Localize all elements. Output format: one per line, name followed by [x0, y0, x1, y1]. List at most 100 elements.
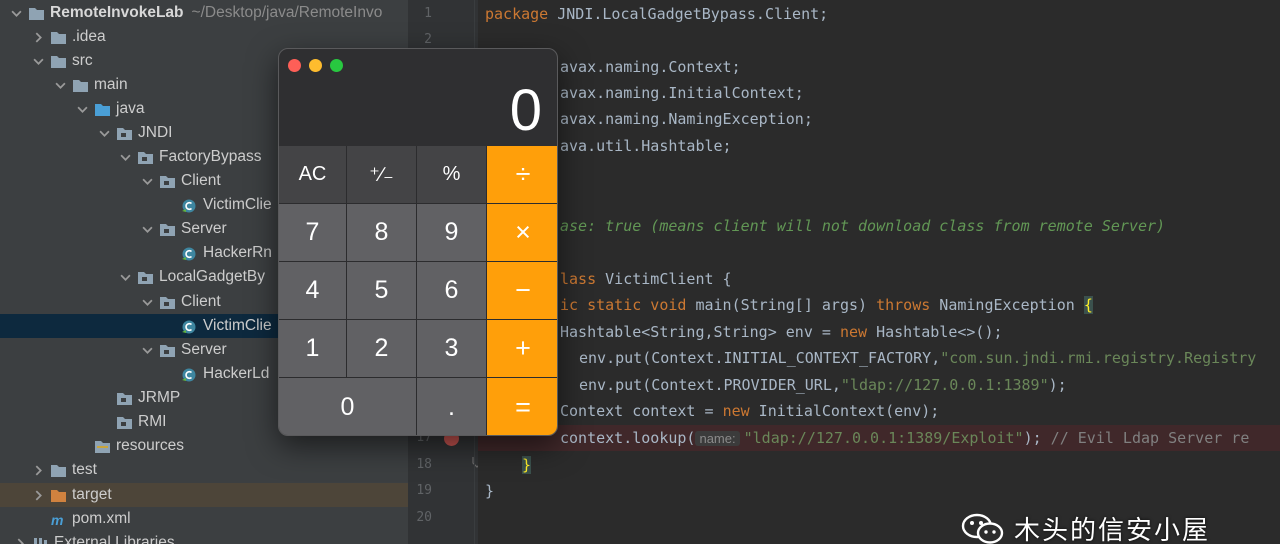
tree-item-label: HackerLd — [203, 365, 270, 382]
tree-item-project-root[interactable]: RemoteInvokeLab ~/Desktop/java/RemoteInv… — [0, 1, 408, 25]
project-name: RemoteInvokeLab — [50, 4, 184, 21]
calculator-keypad: AC ⁺∕₋ % ÷ 7 8 9 × 4 5 6 − 1 2 3 + 0 . = — [279, 146, 557, 435]
code-line-1: package JNDI.LocalGadgetBypass.Client; — [485, 5, 829, 23]
tree-item-label: src — [72, 52, 93, 69]
ac-button[interactable]: AC — [279, 146, 347, 204]
eight-button[interactable]: 8 — [347, 204, 417, 262]
chevron-down-icon[interactable] — [141, 296, 153, 308]
chevron-down-icon[interactable] — [141, 223, 153, 235]
package-icon — [159, 343, 176, 358]
tree-item-label: JNDI — [138, 124, 173, 141]
tree-item-label: RMI — [138, 413, 167, 430]
tree-item-label: target — [72, 486, 112, 503]
seven-button[interactable]: 7 — [279, 204, 347, 262]
chevron-right-icon[interactable] — [32, 31, 44, 43]
plus-button[interactable]: + — [487, 320, 557, 378]
chevron-down-icon[interactable] — [141, 344, 153, 356]
source-folder-icon — [94, 102, 111, 117]
wechat-icon — [960, 512, 1006, 544]
code-line-14: env.put(Context.PROVIDER_URL,"ldap://127… — [579, 376, 1067, 394]
excluded-folder-icon — [50, 488, 67, 503]
chevron-down-icon[interactable] — [141, 175, 153, 187]
line-number: 19 — [416, 483, 432, 498]
divide-button[interactable]: ÷ — [487, 146, 557, 204]
tree-item-label: LocalGadgetBy — [159, 268, 265, 285]
close-button[interactable] — [288, 59, 301, 72]
minimize-button[interactable] — [309, 59, 322, 72]
code-line-4: avax.naming.InitialContext; — [560, 84, 804, 102]
calculator-window[interactable]: 0 AC ⁺∕₋ % ÷ 7 8 9 × 4 5 6 − 1 2 3 + 0 .… — [278, 48, 558, 436]
tree-item-label: VictimClie — [203, 196, 272, 213]
parameter-hint: name: — [695, 431, 740, 446]
resources-folder-icon — [94, 439, 111, 454]
library-icon — [32, 536, 49, 544]
tree-item[interactable]: test — [0, 458, 408, 482]
chevron-down-icon[interactable] — [10, 7, 22, 19]
multiply-button[interactable]: × — [487, 204, 557, 262]
code-line-13: env.put(Context.INITIAL_CONTEXT_FACTORY,… — [579, 349, 1257, 367]
tree-item-label: HackerRn — [203, 244, 272, 261]
package-icon — [137, 270, 154, 285]
code-line-16: context.lookup(name: "ldap://127.0.0.1:13… — [478, 425, 1280, 451]
one-button[interactable]: 1 — [279, 320, 347, 378]
line-number: 1 — [424, 6, 432, 21]
two-button[interactable]: 2 — [347, 320, 417, 378]
package-icon — [116, 415, 133, 430]
chevron-down-icon[interactable] — [76, 103, 88, 115]
package-icon — [159, 222, 176, 237]
tree-item[interactable]: target — [0, 483, 408, 507]
code-line-12: Hashtable<String,String> env = new Hasht… — [560, 323, 1003, 341]
java-class-icon — [181, 198, 198, 213]
line-number: 18 — [416, 457, 432, 472]
chevron-down-icon[interactable] — [32, 55, 44, 67]
tree-item-label: Client — [181, 293, 221, 310]
code-line-3: avax.naming.Context; — [560, 58, 741, 76]
chevron-down-icon[interactable] — [119, 151, 131, 163]
tree-item[interactable]: resources — [0, 434, 408, 458]
tree-item-label: VictimClie — [203, 317, 272, 334]
three-button[interactable]: 3 — [417, 320, 487, 378]
chevron-right-icon[interactable] — [32, 489, 44, 501]
java-class-icon — [181, 319, 198, 334]
tree-item[interactable]: m pom.xml — [0, 507, 408, 531]
tree-item[interactable]: .idea — [0, 25, 408, 49]
chevron-right-icon[interactable] — [14, 537, 26, 544]
tree-item-label: pom.xml — [72, 510, 131, 527]
tree-item-label: resources — [116, 437, 185, 454]
svg-text:m: m — [51, 512, 63, 527]
four-button[interactable]: 4 — [279, 262, 347, 320]
package-icon — [159, 295, 176, 310]
code-line-17: } — [522, 456, 532, 474]
tree-item-label: FactoryBypass — [159, 148, 262, 165]
chevron-down-icon[interactable] — [54, 79, 66, 91]
five-button[interactable]: 5 — [347, 262, 417, 320]
calculator-display: 0 — [509, 78, 542, 143]
code-editor[interactable]: package JNDI.LocalGadgetBypass.Client; a… — [478, 0, 1280, 544]
java-class-icon — [181, 367, 198, 382]
minus-button[interactable]: − — [487, 262, 557, 320]
zero-button[interactable]: 0 — [279, 378, 417, 435]
tree-item-label: Client — [181, 172, 221, 189]
zoom-button[interactable] — [330, 59, 343, 72]
package-icon — [159, 174, 176, 189]
folder-icon — [50, 463, 67, 478]
tree-item-label: java — [116, 100, 145, 117]
decimal-button[interactable]: . — [417, 378, 487, 435]
percent-button[interactable]: % — [417, 146, 487, 204]
line-number: 20 — [416, 510, 432, 525]
folder-icon — [50, 54, 67, 69]
code-line-11: ic static void main(String[] args) throw… — [560, 296, 1093, 314]
six-button[interactable]: 6 — [417, 262, 487, 320]
chevron-down-icon[interactable] — [119, 271, 131, 283]
maven-icon: m — [50, 512, 67, 527]
code-line-6: ava.util.Hashtable; — [560, 137, 732, 155]
package-icon — [116, 391, 133, 406]
chevron-down-icon[interactable] — [98, 127, 110, 139]
plus-minus-button[interactable]: ⁺∕₋ — [347, 146, 417, 204]
equals-button[interactable]: = — [487, 378, 557, 435]
java-class-icon — [181, 246, 198, 261]
tree-item[interactable]: External Libraries — [0, 531, 408, 544]
nine-button[interactable]: 9 — [417, 204, 487, 262]
tree-item-label: External Libraries — [54, 534, 175, 544]
chevron-right-icon[interactable] — [32, 464, 44, 476]
